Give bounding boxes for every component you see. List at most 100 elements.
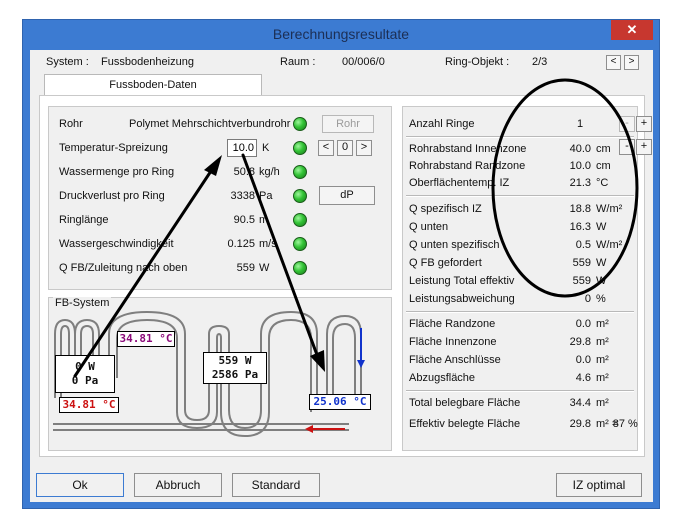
druckverlust-status-led: [293, 189, 307, 203]
effektiv-belegte-flaeche-label: Effektiv belegte Fläche: [409, 418, 521, 430]
left-loss-pressure: 0 Pa: [71, 374, 99, 387]
pipe-data-group: Rohr Polymet Mehrschichtverbundrohr Rohr…: [48, 106, 392, 290]
q-fb-zuleitung-unit: W: [259, 262, 270, 274]
q-fb-gefordert-unit: W: [596, 257, 607, 269]
ringlaenge-unit: m: [259, 214, 269, 226]
q-fb-zuleitung-label: Q FB/Zuleitung nach oben: [59, 262, 188, 274]
flaeche-innenzone-label: Fläche Innenzone: [409, 336, 497, 348]
anzahl-plus-button[interactable]: +: [636, 116, 652, 132]
flaeche-randzone-value: 0.0: [575, 318, 591, 330]
tab-panel: Rohr Polymet Mehrschichtverbundrohr Rohr…: [39, 95, 652, 457]
q-unten-spezifisch-label: Q unten spezifisch: [409, 239, 500, 251]
druckverlust-label: Druckverlust pro Ring: [59, 190, 165, 202]
rohr-status-led: [293, 117, 307, 131]
ringlaenge-value: 90.5: [233, 214, 255, 226]
abbruch-button[interactable]: Abbruch: [134, 473, 222, 497]
q-fb-status-led: [293, 261, 307, 275]
q-fb-zuleitung-value: 559: [236, 262, 255, 274]
rohr-value: Polymet Mehrschichtverbundrohr: [129, 118, 291, 130]
dp-button[interactable]: dP: [319, 186, 375, 205]
return-temp-label: 25.06 °C: [309, 394, 371, 410]
center-result-box: 559 W 2586 Pa: [203, 352, 267, 384]
q-unten-value: 16.3: [569, 221, 591, 233]
fb-system-group: FB-System 34.81 °C 0 W 0 Pa 559 W 2586 P…: [48, 297, 392, 451]
flaeche-innenzone-value: 29.8: [569, 336, 591, 348]
temp-top-label: 34.81 °C: [117, 331, 175, 347]
rohrabstand-minus-button[interactable]: -: [619, 139, 635, 155]
supply-flow-arrowhead: [305, 425, 313, 433]
q-unten-spezifisch-value: 0.5: [575, 239, 591, 251]
abzugsflaeche-value: 4.6: [575, 372, 591, 384]
system-label: System :: [46, 56, 89, 68]
wassergeschwindigkeit-unit: m/s: [259, 238, 277, 250]
flaeche-innenzone-unit: m²: [596, 336, 609, 348]
ok-button[interactable]: Ok: [36, 473, 124, 497]
system-value: Fussbodenheizung: [101, 56, 194, 68]
rohrabstand-innenzone-label: Rohrabstand Innenzone: [409, 143, 527, 155]
flaeche-anschluesse-label: Fläche Anschlüsse: [409, 354, 501, 366]
anzahl-ringe-value: 1: [577, 118, 584, 130]
close-button[interactable]: ✕: [611, 20, 653, 40]
total-belegbare-flaeche-unit: m²: [596, 397, 609, 409]
previous-ring-button[interactable]: <: [606, 55, 621, 70]
left-loss-box: 0 W 0 Pa: [55, 355, 115, 393]
center-pressure: 2586 Pa: [211, 368, 259, 381]
rohrabstand-randzone-unit: cm: [596, 160, 611, 172]
standard-button[interactable]: Standard: [232, 473, 320, 497]
rohrabstand-innenzone-value: 40.0: [569, 143, 591, 155]
tab-fussboden-daten[interactable]: Fussboden-Daten: [44, 74, 262, 96]
effektiv-belegte-percent: 87: [612, 418, 625, 430]
stepper-increment-button[interactable]: >: [356, 140, 372, 156]
q-unten-label: Q unten: [409, 221, 449, 233]
left-loss-power: 0 W: [75, 360, 95, 373]
temperatur-status-led: [293, 141, 307, 155]
supply-temp-label: 34.81 °C: [59, 397, 119, 413]
title-bar[interactable]: Berechnungsresultate: [23, 20, 659, 50]
total-belegbare-flaeche-value: 34.4: [569, 397, 591, 409]
raum-label: Raum :: [280, 56, 316, 68]
q-unten-unit: W: [596, 221, 607, 233]
anzahl-minus-button[interactable]: -: [619, 116, 635, 132]
wassergeschwindigkeit-status-led: [293, 237, 307, 251]
abzugsflaeche-unit: m²: [596, 372, 609, 384]
effektiv-belegte-flaeche-value: 29.8: [569, 418, 591, 430]
rohrabstand-plus-button[interactable]: +: [636, 139, 652, 155]
oberflaechentemp-unit: °C: [596, 177, 609, 189]
q-spezifisch-iz-value: 18.8: [569, 203, 591, 215]
center-power: 559 W: [218, 354, 252, 367]
results-group: Anzahl Ringe 1 - + Rohrabstand Innenzone…: [402, 106, 652, 451]
q-spezifisch-iz-unit: W/m²: [596, 203, 623, 215]
rohr-button[interactable]: Rohr: [322, 115, 374, 133]
dialog-client: System : Fussbodenheizung Raum : 00/006/…: [30, 50, 653, 502]
effektiv-belegte-percent-unit: %: [628, 418, 638, 430]
temperatur-spreizung-input[interactable]: [227, 139, 257, 157]
next-ring-button[interactable]: >: [624, 55, 639, 70]
iz-optimal-button[interactable]: IZ optimal: [556, 473, 642, 497]
divider: [406, 390, 634, 392]
leistungsabweichung-label: Leistungsabweichung: [409, 293, 515, 305]
total-belegbare-flaeche-label: Total belegbare Fläche: [409, 397, 521, 409]
anzahl-ringe-label: Anzahl Ringe: [409, 118, 475, 130]
return-flow-arrowhead: [357, 360, 365, 368]
q-fb-gefordert-label: Q FB gefordert: [409, 257, 482, 269]
ringlaenge-status-led: [293, 213, 307, 227]
wassermenge-value: 50.8: [233, 166, 255, 178]
rohrabstand-randzone-value: 10.0: [569, 160, 591, 172]
q-fb-gefordert-value: 559: [572, 257, 591, 269]
temperatur-spreizung-unit: K: [262, 142, 270, 154]
flaeche-anschluesse-unit: m²: [596, 354, 609, 366]
stepper-decrement-button[interactable]: <: [318, 140, 334, 156]
ring-objekt-value: 2/3: [532, 56, 548, 68]
druckverlust-value: 3338: [230, 190, 255, 202]
divider: [406, 195, 634, 197]
oberflaechentemp-label: Oberflächentemp. IZ: [409, 177, 510, 189]
ringlaenge-label: Ringlänge: [59, 214, 109, 226]
druckverlust-unit: Pa: [259, 190, 273, 202]
stepper-value: 0: [337, 140, 353, 156]
divider: [406, 136, 634, 138]
raum-value: 00/006/0: [342, 56, 385, 68]
rohrabstand-innenzone-unit: cm: [596, 143, 611, 155]
leistung-total-label: Leistung Total effektiv: [409, 275, 515, 287]
abzugsflaeche-label: Abzugsfläche: [409, 372, 476, 384]
temperatur-spreizung-label: Temperatur-Spreizung: [59, 142, 168, 154]
